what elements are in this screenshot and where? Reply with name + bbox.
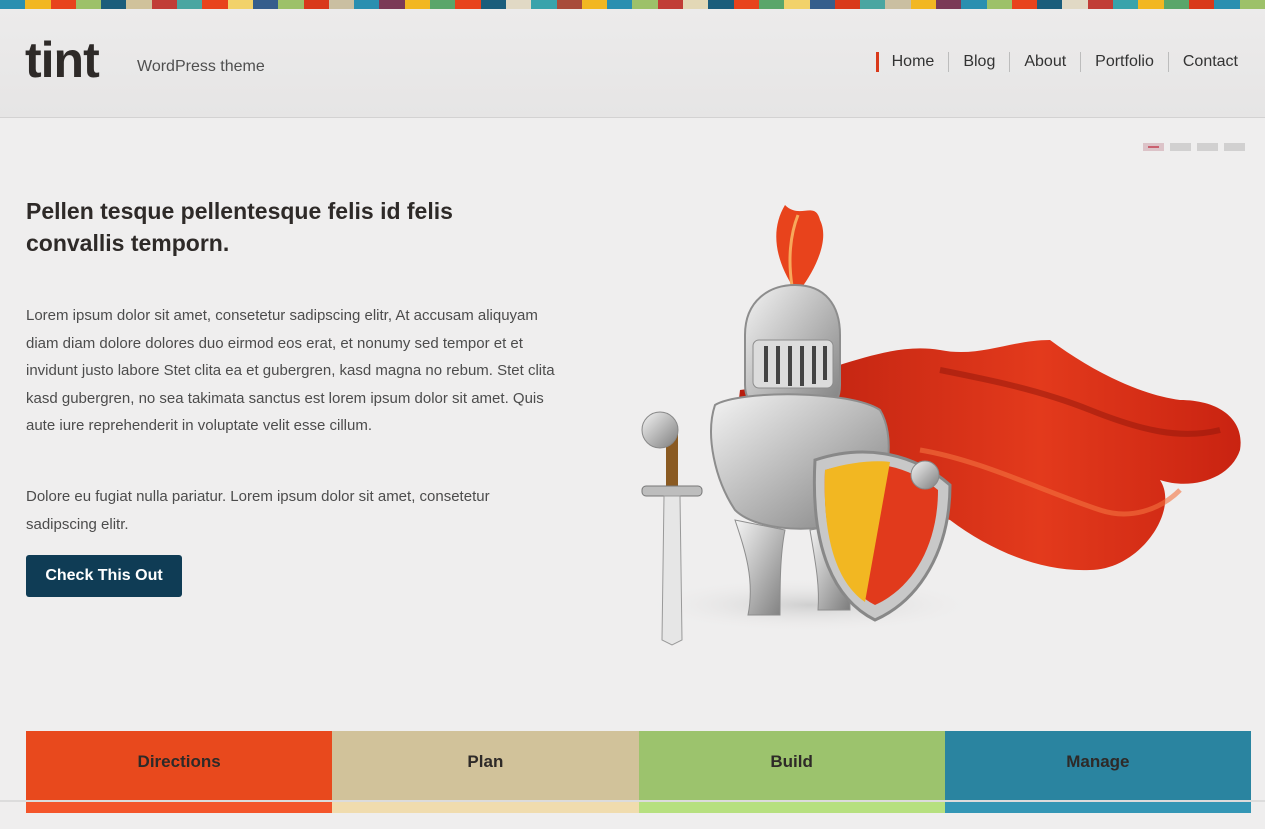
stripe-segment	[1113, 0, 1139, 9]
hero-paragraph-1: Lorem ipsum dolor sit amet, consetetur s…	[26, 307, 555, 434]
stripe-segment	[1011, 0, 1038, 9]
stripe-segment	[657, 0, 684, 9]
stripe-segment	[505, 0, 532, 9]
stripe-segment	[25, 0, 51, 9]
nav-active-marker	[875, 52, 879, 72]
slider-dot-4[interactable]	[1224, 143, 1245, 151]
footer-divider	[0, 800, 1265, 802]
stripe-segment	[328, 0, 355, 9]
stripe-segment	[303, 0, 329, 9]
stripe-segment	[708, 0, 734, 9]
stripe-segment	[1037, 0, 1063, 9]
slider-dot-2[interactable]	[1170, 143, 1191, 151]
nav-item-portfolio[interactable]: Portfolio	[1066, 52, 1154, 72]
check-this-out-button[interactable]: Check This Out	[26, 555, 182, 597]
nav-item-home[interactable]: Home	[875, 52, 935, 72]
stripe-segment	[935, 0, 962, 9]
slider-pager	[1143, 143, 1245, 151]
stripe-segment	[430, 0, 456, 9]
stripe-segment	[1163, 0, 1189, 9]
nav-divider	[1009, 52, 1011, 72]
stripe-segment	[885, 0, 911, 9]
hero-headline: Pellen tesque pellentesque felis id feli…	[26, 198, 453, 256]
stripe-segment	[986, 0, 1012, 9]
stripe-segment	[404, 0, 431, 9]
stripe-segment	[834, 0, 861, 9]
stripe-segment	[480, 0, 506, 9]
stripe-segment	[101, 0, 127, 9]
nav-divider	[948, 52, 950, 72]
nav-link-portfolio[interactable]: Portfolio	[1095, 53, 1154, 71]
stripe-segment	[455, 0, 481, 9]
nav-divider	[1167, 52, 1169, 72]
stripe-segment	[683, 0, 709, 9]
stripe-segment	[809, 0, 835, 9]
stripe-segment	[1087, 0, 1114, 9]
nav-item-contact[interactable]: Contact	[1154, 52, 1238, 72]
slider-dot-1[interactable]	[1143, 143, 1164, 151]
stripe-segment	[556, 0, 582, 9]
nav-link-home[interactable]: Home	[892, 53, 935, 71]
nav-item-blog[interactable]: Blog	[934, 52, 995, 72]
main-nav: Home Blog About Portfolio Contact	[875, 52, 1238, 72]
stripe-segment	[961, 0, 987, 9]
stripe-segment	[1214, 0, 1240, 9]
stripe-segment	[379, 0, 405, 9]
nav-link-about[interactable]: About	[1024, 53, 1066, 71]
stripe-segment	[607, 0, 633, 9]
stripe-segment	[758, 0, 785, 9]
stripe-segment	[252, 0, 279, 9]
stripe-segment	[1062, 0, 1088, 9]
stripe-segment	[126, 0, 152, 9]
nav-divider	[1080, 52, 1082, 72]
stripe-segment	[1188, 0, 1215, 9]
stripe-segment	[733, 0, 759, 9]
stripe-segment	[177, 0, 203, 9]
knight-illustration	[640, 205, 1241, 646]
stripe-segment	[278, 0, 304, 9]
stripe-segment	[75, 0, 102, 9]
nav-link-contact[interactable]: Contact	[1183, 53, 1238, 71]
site-logo[interactable]: tint	[25, 35, 100, 85]
hero-paragraph-2: Dolore eu fugiat nulla pariatur. Lorem i…	[26, 488, 490, 533]
stripe-segment	[910, 0, 936, 9]
stripe-segment	[860, 0, 886, 9]
stripe-segment	[151, 0, 178, 9]
stripe-segment	[632, 0, 658, 9]
stripe-segment	[531, 0, 557, 9]
color-stripe	[0, 0, 1265, 9]
stripe-segment	[784, 0, 810, 9]
slider-dot-3[interactable]	[1197, 143, 1218, 151]
stripe-segment	[1239, 0, 1265, 9]
nav-item-about[interactable]: About	[995, 52, 1066, 72]
stripe-segment	[202, 0, 228, 9]
stripe-segment	[0, 0, 26, 9]
stripe-segment	[227, 0, 253, 9]
stripe-segment	[1138, 0, 1164, 9]
stripe-segment	[50, 0, 76, 9]
nav-link-blog[interactable]: Blog	[963, 53, 995, 71]
site-header: tint WordPress theme Home Blog About Por…	[0, 9, 1265, 118]
site-tagline: WordPress theme	[137, 58, 265, 75]
stripe-segment	[581, 0, 608, 9]
stripe-segment	[354, 0, 380, 9]
